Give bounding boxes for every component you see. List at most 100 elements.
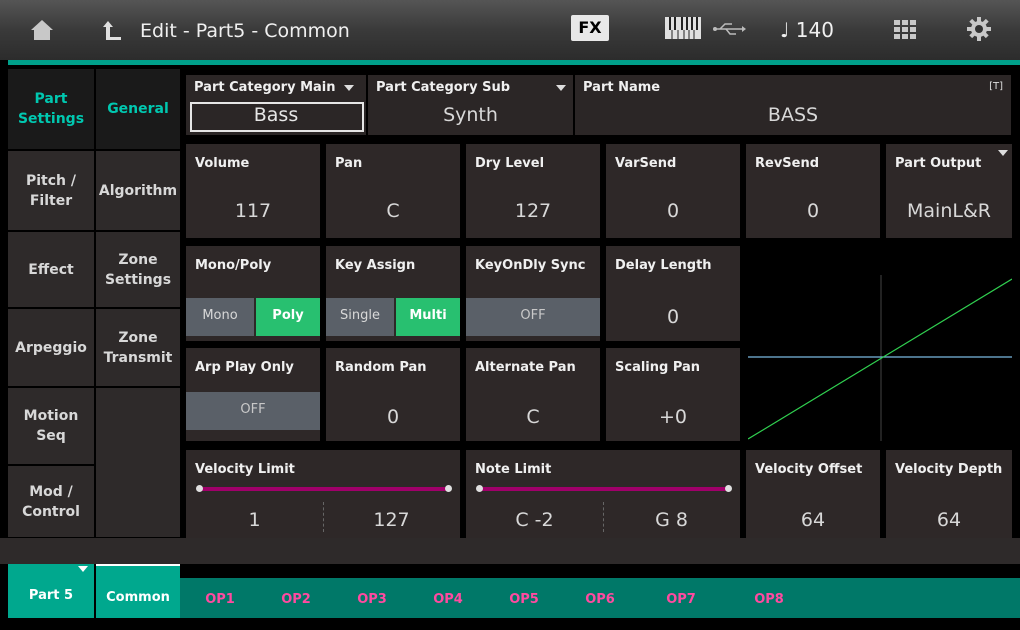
scaling-pan-value: +0 [658,406,687,428]
dry-level-label: Dry Level [475,156,545,171]
multi-button[interactable]: Multi [396,298,460,336]
accent-line [8,60,1020,65]
alternate-pan-value: C [526,406,540,428]
usb-icon [713,23,746,35]
dropdown-triangle-icon [344,85,354,91]
var-send-label: VarSend [615,156,677,171]
part-name-value: BASS [767,104,819,126]
part-category-main-value: Bass [253,104,299,126]
part-category-sub-value: Synth [443,104,498,126]
part-output-value: MainL&R [907,200,991,222]
note-limit-param[interactable]: Note Limit C -2 G 8 [466,450,740,538]
delay-length-label: Delay Length [615,258,712,273]
note-limit-high-handle[interactable] [725,485,732,492]
op6-tab[interactable]: OP6 [562,578,638,618]
scaling-pan-param[interactable]: Scaling Pan +0 [606,348,740,441]
part-selector[interactable]: Part 5 [8,564,94,618]
keyon-dly-sync-param: KeyOnDly Sync OFF [466,246,600,341]
random-pan-label: Random Pan [335,360,427,375]
velocity-limit-bar[interactable] [198,487,450,491]
scaling-pan-graph [748,275,1012,441]
alternate-pan-param[interactable]: Alternate Pan C [466,348,600,441]
arp-play-only-toggle[interactable]: OFF [186,392,320,430]
part-category-sub[interactable]: Part Category Sub Synth [368,75,574,135]
subtab-zone-transmit[interactable]: Zone Transmit [96,309,180,387]
velocity-limit-low-value: 1 [248,509,261,531]
velocity-limit-param[interactable]: Velocity Limit 1 127 [186,450,460,538]
part-category-main-label: Part Category Main [194,80,336,95]
alternate-pan-label: Alternate Pan [475,360,576,375]
key-assign-param: Key Assign Single Multi [326,246,460,341]
scaling-pan-label: Scaling Pan [615,360,701,375]
delay-length-param[interactable]: Delay Length 0 [606,246,740,341]
volume-value: 117 [234,200,272,222]
tab-mod-control[interactable]: Mod / Control [8,466,94,538]
velocity-offset-label: Velocity Offset [755,462,863,477]
note-limit-low-value: C -2 [515,509,554,531]
tab-pitch-filter[interactable]: Pitch / Filter [8,151,94,231]
tab-motion-seq[interactable]: Motion Seq [8,388,94,465]
mono-poly-label: Mono/Poly [195,258,272,273]
arp-play-only-param: Arp Play Only OFF [186,348,320,441]
pan-label: Pan [335,156,363,171]
dry-level-param[interactable]: Dry Level 127 [466,144,600,238]
delay-length-value: 0 [666,306,680,328]
velocity-limit-low-handle[interactable] [196,485,203,492]
velocity-offset-value: 64 [800,509,826,531]
note-limit-high-value: G 8 [655,509,688,531]
op4-tab[interactable]: OP4 [410,578,486,618]
part-output-param[interactable]: Part Output MainL&R [886,144,1012,238]
keyon-dly-sync-label: KeyOnDly Sync [475,258,586,273]
part-dropdown-icon [78,566,88,572]
velocity-limit-label: Velocity Limit [195,462,295,477]
note-limit-bar[interactable] [478,487,730,491]
dropdown-triangle-icon [556,85,566,91]
tab-arpeggio[interactable]: Arpeggio [8,309,94,387]
subtab-zone-settings[interactable]: Zone Settings [96,232,180,308]
velocity-depth-param[interactable]: Velocity Depth 64 [886,450,1012,538]
subtab-general[interactable]: General [96,69,180,150]
volume-param[interactable]: Volume 117 [186,144,320,238]
rev-send-param[interactable]: RevSend 0 [746,144,880,238]
grid-icon[interactable] [894,20,916,40]
subtab-algorithm[interactable]: Algorithm [96,151,180,231]
bottom-spacer [0,538,1020,564]
mono-button[interactable]: Mono [186,298,254,336]
velocity-depth-label: Velocity Depth [895,462,1003,477]
pan-param[interactable]: Pan C [326,144,460,238]
part-category-main[interactable]: Part Category Main Bass [186,75,367,135]
op3-tab[interactable]: OP3 [334,578,410,618]
subtab-empty [96,388,180,538]
common-tab[interactable]: Common [96,564,180,618]
home-icon[interactable] [30,18,54,42]
op1-tab[interactable]: OP1 [182,578,258,618]
tab-part-settings[interactable]: Part Settings [8,69,94,150]
op7-tab[interactable]: OP7 [638,578,724,618]
keyboard-icon[interactable] [664,16,702,40]
keyon-dly-sync-toggle[interactable]: OFF [466,298,600,336]
op2-tab[interactable]: OP2 [258,578,334,618]
tab-effect[interactable]: Effect [8,232,94,308]
velocity-limit-high-handle[interactable] [445,485,452,492]
op8-tab[interactable]: OP8 [724,578,814,618]
mono-poly-param: Mono/Poly Mono Poly [186,246,320,341]
fx-button[interactable]: FX [571,15,609,41]
random-pan-param[interactable]: Random Pan 0 [326,348,460,441]
part-name[interactable]: Part Name [T] BASS [575,75,1012,135]
op5-tab[interactable]: OP5 [486,578,562,618]
dry-level-value: 127 [514,200,552,222]
arp-play-only-label: Arp Play Only [195,360,294,375]
gear-icon[interactable] [966,16,992,42]
back-arrow-icon[interactable] [102,20,122,42]
poly-button[interactable]: Poly [256,298,320,336]
var-send-param[interactable]: VarSend 0 [606,144,740,238]
single-button[interactable]: Single [326,298,394,336]
tempo-display[interactable]: ♩ 140 [780,18,834,42]
pan-value: C [386,200,400,222]
rev-send-value: 0 [806,200,820,222]
key-assign-label: Key Assign [335,258,416,273]
part-output-label: Part Output [895,156,982,171]
rev-send-label: RevSend [755,156,820,171]
note-limit-low-handle[interactable] [476,485,483,492]
velocity-offset-param[interactable]: Velocity Offset 64 [746,450,880,538]
